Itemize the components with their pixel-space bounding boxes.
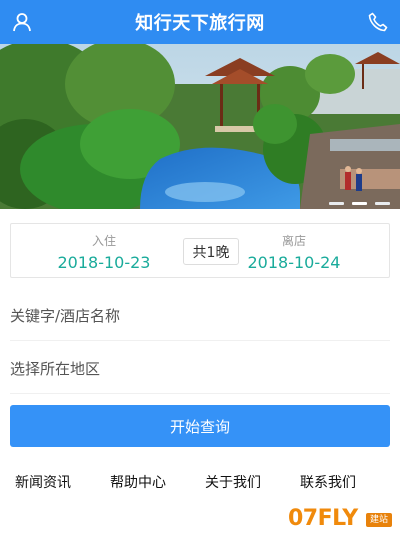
- region-select[interactable]: 选择所在地区: [10, 344, 390, 394]
- keyword-input[interactable]: 关键字/酒店名称: [10, 291, 390, 341]
- banner-image: [0, 44, 400, 209]
- footer-link-about[interactable]: 关于我们: [205, 472, 261, 492]
- site-title: 知行天下旅行网: [135, 13, 265, 34]
- search-button[interactable]: 开始查询: [10, 405, 390, 447]
- watermark-logo: 07FLY 建站: [286, 500, 392, 532]
- top-header: 知行天下旅行网: [0, 0, 400, 44]
- footer-link-contact[interactable]: 联系我们: [300, 472, 356, 492]
- checkin-picker[interactable]: 入住 2018-10-23: [29, 224, 179, 279]
- watermark-text: 07FLY: [288, 506, 358, 531]
- watermark-tag: 建站: [366, 513, 392, 527]
- checkout-date[interactable]: 2018-10-24: [219, 253, 369, 272]
- footer-link-news[interactable]: 新闻资讯: [15, 472, 71, 492]
- date-selector: 入住 2018-10-23 共1晚 离店 2018-10-24: [10, 223, 390, 278]
- footer-link-help[interactable]: 帮助中心: [110, 472, 166, 492]
- pagination-dot[interactable]: [329, 202, 344, 205]
- footer-nav: 新闻资讯 帮助中心 关于我们 联系我们: [0, 472, 400, 494]
- user-icon[interactable]: [11, 11, 33, 33]
- pagination-dot[interactable]: [375, 202, 390, 205]
- checkout-picker[interactable]: 离店 2018-10-24: [219, 224, 369, 279]
- checkin-label: 入住: [91, 234, 116, 248]
- pagination-dot-active[interactable]: [352, 202, 367, 205]
- phone-icon[interactable]: [367, 11, 389, 33]
- checkin-date[interactable]: 2018-10-23: [29, 253, 179, 272]
- banner-pagination[interactable]: [329, 202, 390, 205]
- checkout-label: 离店: [281, 234, 306, 248]
- hero-banner[interactable]: [0, 44, 400, 209]
